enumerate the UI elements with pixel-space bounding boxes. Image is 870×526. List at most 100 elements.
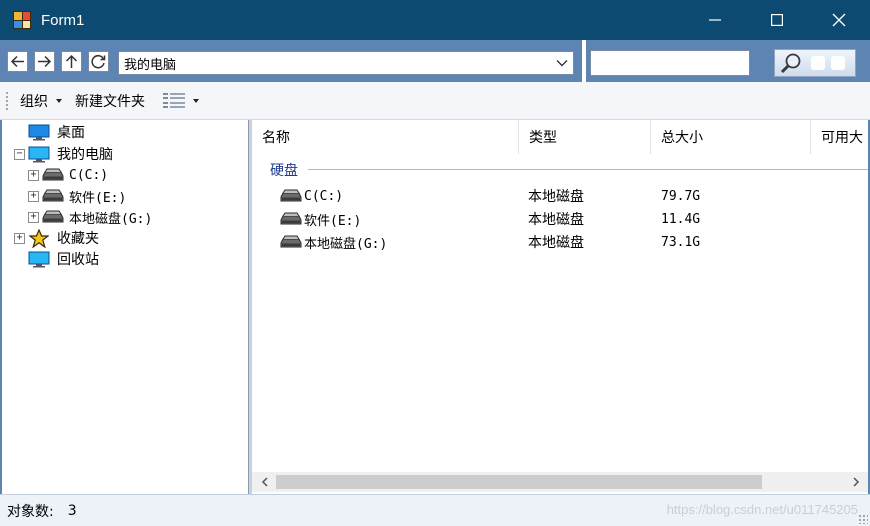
- drive-icon: [42, 166, 64, 184]
- drive-icon: [280, 189, 302, 203]
- expand-toggle[interactable]: +: [28, 211, 39, 223]
- item-type: 本地磁盘: [528, 189, 584, 205]
- tree-item-desktop[interactable]: 桌面: [28, 122, 85, 142]
- tree-item-label: 本地磁盘(G:): [69, 211, 153, 227]
- tree-item-label: 桌面: [57, 125, 85, 141]
- dropdown-arrow-icon: [193, 98, 199, 103]
- watermark: https://blog.csdn.net/u011745205: [666, 502, 858, 517]
- expand-toggle[interactable]: +: [28, 169, 39, 181]
- tree-item-drive-c[interactable]: + C(C:): [28, 165, 108, 185]
- file-list[interactable]: 名称 类型 总大小 可用大 硬盘 C(C:) 本地磁盘 79.7G 软件(E:)…: [252, 120, 870, 494]
- magnifier-icon: [780, 53, 801, 74]
- dropdown-arrow-icon: [56, 98, 62, 103]
- tree-item-drive-e[interactable]: + 软件(E:): [28, 186, 126, 206]
- address-bar: 我的电脑: [0, 40, 870, 82]
- tree-item-label: 回收站: [57, 252, 99, 268]
- group-header[interactable]: 硬盘: [270, 160, 298, 180]
- maximize-icon: [771, 14, 783, 26]
- tree-item-drive-g[interactable]: + 本地磁盘(G:): [28, 207, 152, 227]
- scroll-left-button[interactable]: [254, 472, 274, 492]
- tree-item-label: C(C:): [69, 167, 109, 183]
- refresh-button[interactable]: [88, 51, 109, 72]
- item-size: 73.1G: [661, 234, 701, 250]
- horizontal-scrollbar[interactable]: [252, 472, 868, 492]
- search-input[interactable]: [590, 50, 750, 76]
- search-button-graphic: [831, 56, 845, 70]
- drive-icon: [280, 212, 302, 226]
- expand-toggle[interactable]: +: [28, 190, 39, 202]
- address-dropdown-button[interactable]: [551, 52, 573, 74]
- item-size: 79.7G: [661, 188, 701, 204]
- tree-item-label: 我的电脑: [57, 147, 113, 163]
- chevron-right-icon: [852, 477, 859, 487]
- forward-arrow-icon: [38, 55, 52, 68]
- organize-label: 组织: [20, 93, 48, 110]
- details-view-icon: [163, 91, 185, 111]
- organize-menu-button[interactable]: 组织: [18, 87, 64, 115]
- search-button-graphic: [811, 56, 825, 70]
- minimize-button[interactable]: [684, 0, 746, 40]
- item-name: C(C:): [304, 188, 344, 204]
- status-bar: 对象数: 3 https://blog.csdn.net/u011745205: [0, 494, 870, 526]
- folder-tree[interactable]: 桌面 − 我的电脑 + C(C:) + 软件(E:) + 本地磁盘(G:) +: [0, 120, 249, 494]
- back-arrow-icon: [10, 55, 24, 68]
- item-name: 本地磁盘(G:): [304, 236, 388, 252]
- tree-item-favorites[interactable]: + 收藏夹: [14, 228, 99, 248]
- app-icon: [13, 11, 31, 29]
- item-type: 本地磁盘: [528, 235, 584, 251]
- chevron-left-icon: [261, 477, 268, 487]
- drive-icon: [42, 208, 64, 226]
- drive-icon: [280, 235, 302, 249]
- resize-grip[interactable]: [858, 514, 868, 524]
- list-item[interactable]: 软件(E:) 本地磁盘 11.4G: [252, 208, 868, 230]
- column-header-type[interactable]: 类型: [519, 120, 651, 154]
- item-name-cell: 本地磁盘(G:): [280, 231, 387, 253]
- star-icon: [28, 228, 50, 248]
- toolbar-grip[interactable]: [5, 90, 9, 111]
- list-item[interactable]: 本地磁盘(G:) 本地磁盘 73.1G: [252, 231, 868, 253]
- tree-item-label: 收藏夹: [57, 231, 99, 247]
- tree-item-label: 软件(E:): [69, 190, 127, 206]
- list-item[interactable]: C(C:) 本地磁盘 79.7G: [252, 185, 868, 207]
- group-divider: [308, 169, 868, 170]
- search-button[interactable]: [774, 49, 856, 77]
- drive-icon: [42, 187, 64, 205]
- back-button[interactable]: [7, 51, 28, 72]
- scrollbar-thumb[interactable]: [276, 475, 762, 489]
- address-combobox[interactable]: 我的电脑: [118, 51, 574, 75]
- desktop-icon: [28, 123, 50, 141]
- item-name-cell: 软件(E:): [280, 208, 361, 230]
- new-folder-button[interactable]: 新建文件夹: [73, 87, 147, 115]
- item-size: 11.4G: [661, 211, 701, 227]
- close-icon: [832, 13, 846, 27]
- item-name: 软件(E:): [304, 213, 362, 229]
- column-header-total-size[interactable]: 总大小: [651, 120, 811, 154]
- computer-icon: [28, 145, 50, 163]
- object-count-value: 3: [67, 502, 77, 519]
- recycle-bin-icon: [28, 250, 50, 268]
- column-header-name[interactable]: 名称: [252, 120, 519, 154]
- collapse-toggle[interactable]: −: [14, 148, 25, 160]
- close-button[interactable]: [808, 0, 870, 40]
- address-path[interactable]: 我的电脑: [124, 54, 551, 73]
- expand-toggle[interactable]: +: [14, 232, 25, 244]
- address-divider: [582, 40, 586, 82]
- tree-item-my-computer[interactable]: − 我的电脑: [14, 144, 113, 164]
- minimize-icon: [709, 19, 721, 21]
- up-button[interactable]: [61, 51, 82, 72]
- tree-item-recycle-bin[interactable]: 回收站: [28, 249, 99, 269]
- chevron-down-icon: [556, 60, 568, 67]
- window-title: Form1: [41, 11, 85, 29]
- object-count-label: 对象数:: [7, 503, 54, 520]
- refresh-icon: [91, 54, 106, 69]
- scroll-right-button[interactable]: [846, 472, 866, 492]
- new-folder-label: 新建文件夹: [75, 93, 145, 110]
- view-menu-button[interactable]: [149, 87, 201, 115]
- up-arrow-icon: [65, 54, 78, 68]
- toolbar: 组织 新建文件夹: [0, 82, 870, 120]
- maximize-button[interactable]: [746, 0, 808, 40]
- item-type: 本地磁盘: [528, 212, 584, 228]
- item-name-cell: C(C:): [280, 185, 343, 207]
- forward-button[interactable]: [34, 51, 55, 72]
- column-header-free-space[interactable]: 可用大: [811, 120, 868, 154]
